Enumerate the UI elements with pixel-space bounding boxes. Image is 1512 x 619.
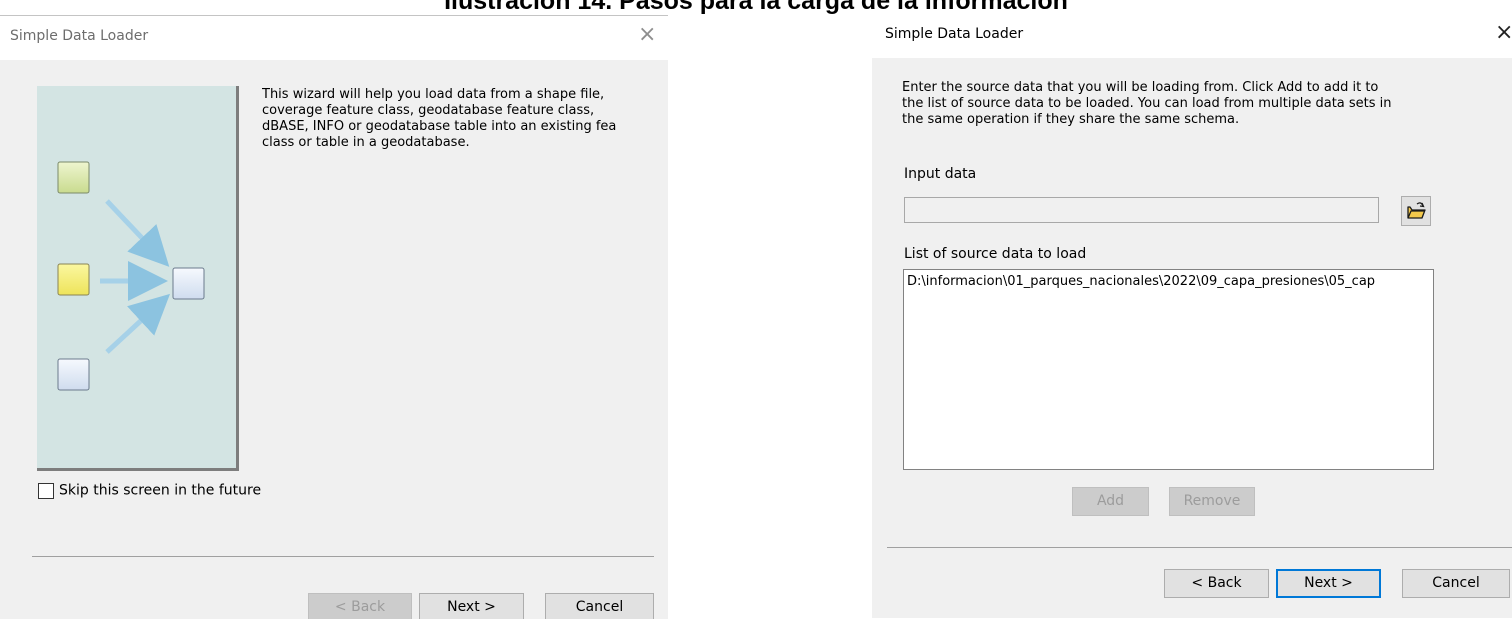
back-button[interactable]: < Back xyxy=(1164,569,1269,598)
intro-line: class or table in a geodatabase. xyxy=(262,135,470,150)
browse-button[interactable] xyxy=(1401,196,1431,226)
arrow-icon xyxy=(105,293,171,354)
input-data-field[interactable] xyxy=(904,197,1379,223)
close-icon[interactable]: × xyxy=(1495,22,1512,44)
intro-line: This wizard will help you load data from… xyxy=(262,87,605,102)
title-bar: Simple Data Loader × xyxy=(872,14,1512,58)
skip-screen-checkbox[interactable] xyxy=(38,482,54,499)
dialog-title: Simple Data Loader xyxy=(10,28,149,44)
instruction-line: the list of source data to be loaded. Yo… xyxy=(902,96,1392,111)
title-bar: Simple Data Loader × xyxy=(0,16,668,60)
source-list-label: List of source data to load xyxy=(904,246,1087,262)
cancel-button[interactable]: Cancel xyxy=(545,593,654,619)
back-button[interactable]: < Back xyxy=(308,593,412,619)
instruction-line: Enter the source data that you will be l… xyxy=(902,80,1379,95)
simple-data-loader-intro-dialog: Simple Data Loader × This wizard will he… xyxy=(0,15,668,619)
skip-screen-label: Skip this screen in the future xyxy=(59,482,262,499)
footer-divider xyxy=(887,547,1512,548)
instructions-text: Enter the source data that you will be l… xyxy=(902,80,1502,128)
instruction-line: the same operation if they share the sam… xyxy=(902,112,1240,127)
remove-button[interactable]: Remove xyxy=(1169,487,1255,516)
next-button[interactable]: Next > xyxy=(1276,569,1381,598)
green-source-box xyxy=(57,161,90,194)
wizard-illustration xyxy=(37,86,239,471)
add-button[interactable]: Add xyxy=(1072,487,1149,516)
arrow-icon xyxy=(105,199,170,267)
list-item[interactable]: D:\informacion\01_parques_nacionales\202… xyxy=(907,274,1375,289)
cancel-button[interactable]: Cancel xyxy=(1402,569,1510,598)
dialog-title: Simple Data Loader xyxy=(885,26,1024,42)
open-folder-icon xyxy=(1407,202,1426,219)
intro-line: coverage feature class, geodatabase feat… xyxy=(262,103,595,118)
blue-source-box xyxy=(57,358,90,391)
intro-line: dBASE, INFO or geodatabase table into an… xyxy=(262,119,617,134)
input-data-label: Input data xyxy=(904,166,977,182)
footer-divider xyxy=(32,556,654,557)
close-icon[interactable]: × xyxy=(638,24,656,46)
simple-data-loader-source-dialog: Simple Data Loader × Enter the source da… xyxy=(872,14,1512,618)
skip-screen-option[interactable]: Skip this screen in the future xyxy=(38,480,262,499)
data-flow-illustration xyxy=(57,161,205,391)
target-box xyxy=(172,267,205,300)
intro-text: This wizard will help you load data from… xyxy=(262,87,664,167)
yellow-source-box xyxy=(57,263,90,296)
next-button[interactable]: Next > xyxy=(419,593,524,619)
source-data-list[interactable]: D:\informacion\01_parques_nacionales\202… xyxy=(903,269,1434,470)
